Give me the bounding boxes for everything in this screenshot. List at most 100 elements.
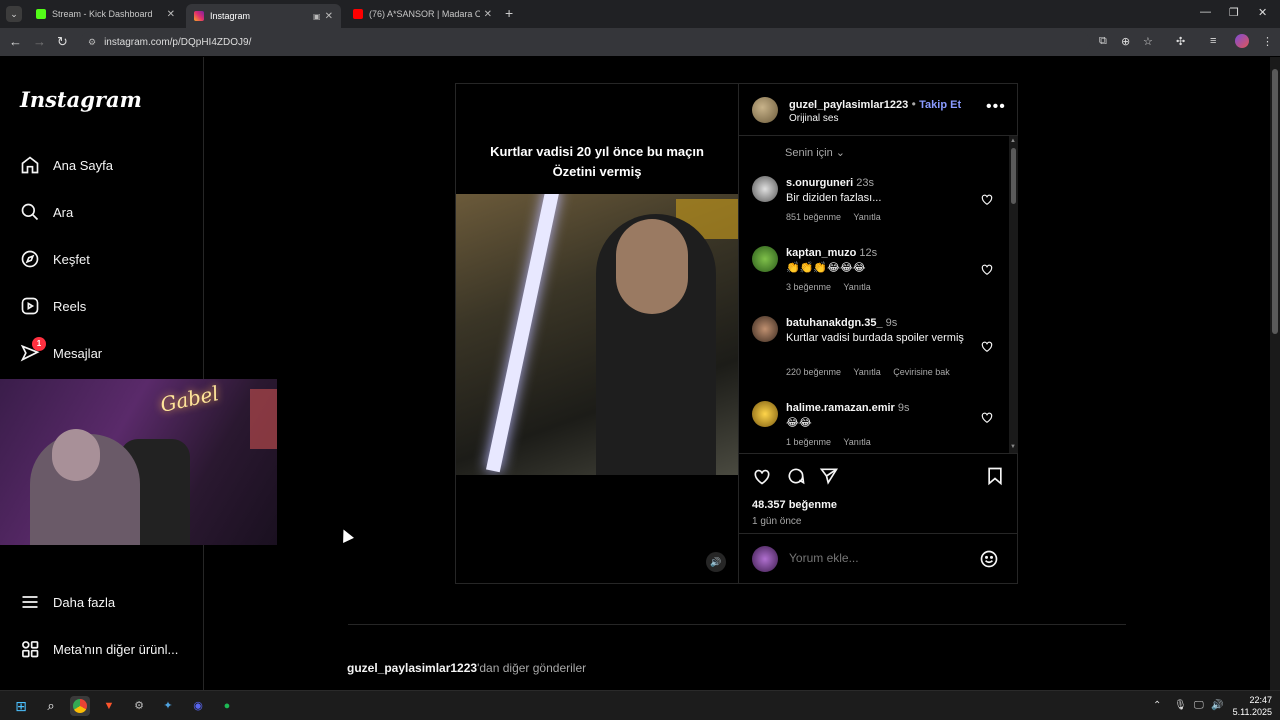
more-posts-username[interactable]: guzel_paylasimlar1223 — [347, 661, 477, 675]
like-count[interactable]: 48.357 beğenme — [752, 499, 837, 511]
reload-icon[interactable]: ↻ — [57, 34, 68, 50]
comment-body: halime.ramazan.emir 9s 😂😂 — [786, 401, 976, 431]
comments-scrollbar[interactable]: ▲ ▼ — [1009, 136, 1018, 453]
media-control-icon[interactable]: ≡ — [1210, 35, 1216, 47]
post-video[interactable]: Kurtlar vadisi 20 yıl önce bu maçın Özet… — [456, 84, 738, 583]
browser-menu-icon[interactable]: ⋮ — [1262, 35, 1273, 48]
comment-text: 😂😂 — [786, 417, 812, 429]
meta-apps-icon — [22, 641, 39, 658]
nav-messages[interactable]: 1 Mesajlar — [20, 337, 102, 363]
like-comment-icon[interactable] — [980, 410, 994, 424]
comment-body: kaptan_muzo 12s 👏👏👏😂😂😂 — [786, 246, 976, 276]
back-icon[interactable]: ← — [9, 34, 22, 49]
comment-input[interactable] — [789, 551, 944, 565]
nav-search[interactable]: Ara — [20, 202, 73, 222]
bookmark-star-icon[interactable]: ☆ — [1143, 35, 1153, 48]
like-icon[interactable] — [752, 466, 772, 486]
comments-list: Senin için ⌄ s.onurguneri 23s Bir dizide… — [739, 136, 1018, 453]
discord-app-icon[interactable]: ◉ — [188, 696, 208, 716]
reply-button[interactable]: Yanıtla — [843, 282, 870, 292]
tab-instagram[interactable]: Instagram ▣ ✕ — [186, 4, 341, 28]
comment-likes[interactable]: 851 beğenme — [786, 212, 841, 222]
instagram-logo[interactable]: Instagram — [20, 87, 142, 112]
emoji-icon[interactable] — [979, 549, 999, 569]
tab-kick-dashboard[interactable]: Stream - Kick Dashboard ✕ — [28, 4, 183, 24]
comment-meta: 851 beğenme Yanıtla — [786, 212, 891, 222]
share-icon[interactable] — [819, 466, 839, 486]
zoom-icon[interactable]: ⊕ — [1121, 35, 1130, 48]
taskbar-search-icon[interactable]: ⌕ — [41, 696, 61, 716]
author-avatar[interactable] — [752, 97, 778, 123]
minimize-icon[interactable]: — — [1200, 6, 1211, 18]
profile-avatar[interactable] — [1235, 34, 1249, 48]
close-tab-icon[interactable]: ✕ — [484, 9, 492, 20]
page-scrollbar[interactable] — [1270, 57, 1280, 690]
nav-explore[interactable]: Keşfet — [20, 249, 90, 269]
nav-more[interactable]: Daha fazla — [20, 592, 115, 612]
scrollbar-thumb[interactable] — [1011, 148, 1016, 204]
settings-app-icon[interactable]: ⚙ — [129, 696, 149, 716]
speaker-icon: 🔊 — [710, 557, 722, 567]
follow-button[interactable]: Takip Et — [919, 99, 961, 111]
site-info-icon[interactable]: ⚙ — [88, 37, 96, 48]
forward-icon[interactable]: → — [33, 34, 46, 49]
spotify-app-icon[interactable]: ● — [217, 696, 237, 716]
translate-button[interactable]: Çevirisine bak — [893, 367, 950, 377]
microphone-icon[interactable]: 🎙 — [1174, 700, 1187, 711]
like-comment-icon[interactable] — [980, 339, 994, 353]
commenter-username[interactable]: halime.ramazan.emir — [786, 402, 895, 414]
nav-reels[interactable]: Reels — [20, 296, 86, 316]
comment-sort-dropdown[interactable]: Senin için ⌄ — [785, 146, 845, 159]
comment-time: 9s — [885, 317, 898, 329]
commenter-avatar[interactable] — [752, 316, 778, 342]
close-tab-icon[interactable]: ✕ — [325, 11, 333, 22]
comment-likes[interactable]: 1 beğenme — [786, 437, 831, 447]
scroll-down-icon[interactable]: ▼ — [1010, 444, 1016, 450]
close-window-icon[interactable]: ✕ — [1258, 6, 1267, 19]
audio-toggle-button[interactable]: 🔊 — [706, 552, 726, 572]
reply-button[interactable]: Yanıtla — [853, 367, 880, 377]
commenter-username[interactable]: batuhanakdgn.35_ — [786, 317, 883, 329]
commenter-avatar[interactable] — [752, 176, 778, 202]
commenter-avatar[interactable] — [752, 246, 778, 272]
brave-app-icon[interactable]: ▼ — [99, 696, 119, 716]
commenter-username[interactable]: kaptan_muzo — [786, 247, 856, 259]
chrome-app-icon[interactable] — [70, 696, 90, 716]
network-app-icon[interactable]: ✦ — [158, 696, 178, 716]
audio-label[interactable]: Orijinal ses — [789, 113, 838, 124]
comment-icon[interactable] — [786, 466, 806, 486]
tab-youtube[interactable]: (76) A*SANSOR | Madara Olduğ ✕ — [345, 4, 500, 24]
comment-body: batuhanakdgn.35_ 9s Kurtlar vadisi burda… — [786, 316, 976, 346]
nav-home[interactable]: Ana Sayfa — [20, 155, 113, 175]
system-clock[interactable]: 22:47 5.11.2025 — [1228, 694, 1272, 718]
tab-search-button[interactable]: ⌄ — [6, 6, 22, 22]
volume-icon[interactable]: 🔊 — [1211, 700, 1223, 711]
save-bookmark-icon[interactable] — [985, 466, 1005, 486]
comment-text: 👏👏👏😂😂😂 — [786, 262, 866, 274]
commenter-username[interactable]: s.onurguneri — [786, 177, 853, 189]
scroll-up-icon[interactable]: ▲ — [1010, 138, 1016, 144]
like-comment-icon[interactable] — [980, 262, 994, 276]
nav-meta-apps[interactable]: Meta'nın diğer ürünl... — [20, 639, 178, 659]
close-tab-icon[interactable]: ✕ — [167, 9, 175, 20]
extensions-icon[interactable]: ✣ — [1176, 35, 1185, 48]
browser-toolbar: ← → ↻ ⚙ instagram.com/p/DQpHI4ZDOJ9/ ⧉ ⊕… — [0, 28, 1280, 56]
network-icon[interactable]: 🖵 — [1194, 700, 1204, 711]
tray-overflow-icon[interactable]: ⌃ — [1153, 700, 1161, 711]
like-comment-icon[interactable] — [980, 192, 994, 206]
reply-button[interactable]: Yanıtla — [853, 212, 880, 222]
home-icon — [21, 156, 39, 174]
new-tab-button[interactable]: + — [505, 5, 513, 21]
more-options-icon[interactable]: ••• — [986, 98, 1006, 116]
reply-button[interactable]: Yanıtla — [843, 437, 870, 447]
restore-icon[interactable]: ❐ — [1229, 6, 1239, 19]
comment-likes[interactable]: 3 beğenme — [786, 282, 831, 292]
page-scrollbar-thumb[interactable] — [1272, 69, 1278, 334]
author-username[interactable]: guzel_paylasimlar1223 — [789, 99, 908, 111]
commenter-avatar[interactable] — [752, 401, 778, 427]
address-bar[interactable]: ⚙ instagram.com/p/DQpHI4ZDOJ9/ — [80, 31, 1090, 53]
install-app-icon[interactable]: ⧉ — [1099, 35, 1107, 48]
comment-text: Bir diziden fazlası... — [786, 192, 882, 204]
windows-start-icon[interactable]: ⊞ — [11, 696, 31, 716]
comment-likes[interactable]: 220 beğenme — [786, 367, 841, 377]
